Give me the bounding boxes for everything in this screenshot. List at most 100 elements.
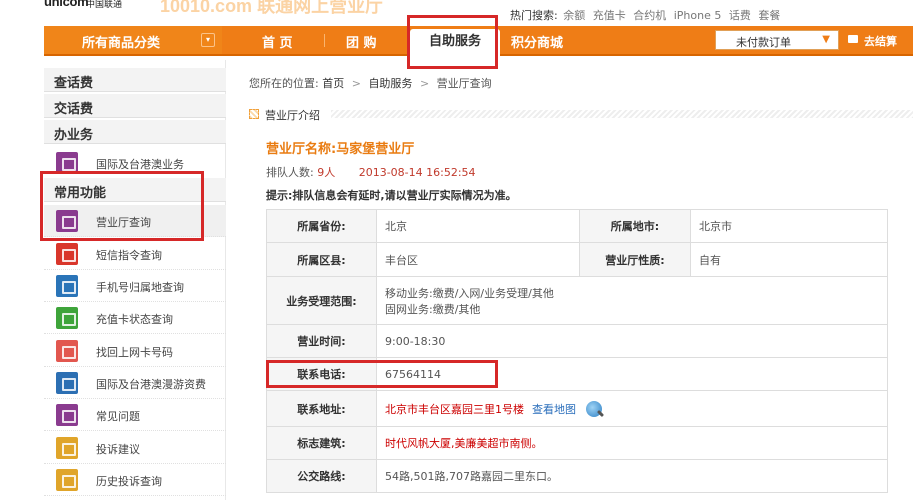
breadcrumb-separator: > [419,77,430,90]
hot-word-link[interactable]: 套餐 [758,9,780,22]
sidebar-item-label: 国际及台港澳业务 [96,158,184,171]
section-divider [331,110,913,118]
sidebar-item-complaint-history[interactable]: 历史投诉查询 [44,464,226,496]
province-label: 所属省份: [266,209,377,243]
annotation-box-self-service [407,15,498,69]
unpaid-orders-select[interactable]: 未付款订单 ▼ [715,30,839,50]
hall-nature-label: 营业厅性质: [579,242,691,277]
sidebar-item-faq[interactable]: 常见问题 [44,399,226,431]
table-row: 所属区县: 丰台区 营业厅性质: 自有 [266,242,888,277]
cart-icon [848,35,858,43]
annotation-box-hall-query [40,171,204,241]
sidebar-item-card-status[interactable]: 充值卡状态查询 [44,302,226,334]
sidebar-item-label: 国际及台港澳漫游资费 [96,378,206,391]
address-cell: 北京市丰台区嘉园三里1号楼 查看地图 [376,390,888,427]
sidebar-section-label: 办业务 [54,128,94,143]
hot-word-link[interactable]: iPhone 5 [674,9,722,22]
nav-home[interactable]: 首 页 [262,32,293,51]
sidebar-section-check-bill[interactable]: 查话费 [44,68,226,92]
sidebar-item-label: 充值卡状态查询 [96,313,173,326]
card-icon [56,307,78,329]
queue-timestamp: 2013-08-14 16:52:54 [358,166,476,179]
city-value: 北京市 [690,209,888,243]
address-label: 联系地址: [266,390,377,427]
hall-info-table: 所属省份: 北京 所属地市: 北京市 所属区县: 丰台区 营业厅性质: 自有 业… [266,209,888,493]
table-row: 业务受理范围: 移动业务:缴费/入网/业务受理/其他 固网业务:缴费/其他 [266,276,888,325]
view-map-link[interactable]: 查看地图 [532,403,576,416]
scope-fixed: 固网业务:缴费/其他 [385,302,481,316]
sidebar-item-label: 历史投诉查询 [96,475,162,488]
section-header: 营业厅介绍 [249,107,913,123]
sidebar-section-pay-bill[interactable]: 交话费 [44,94,226,118]
sidebar-item-label: 投诉建议 [96,443,140,456]
all-categories-label: 所有商品分类 [82,36,161,51]
sidebar-item-label: 短信指令查询 [96,249,162,262]
sidebar-section-business[interactable]: 办业务 [44,120,226,144]
sidebar-item-complaint[interactable]: 投诉建议 [44,432,226,464]
phone-search-icon [56,275,78,297]
nav-divider [324,34,325,47]
table-row: 联系地址: 北京市丰台区嘉园三里1号楼 查看地图 [266,390,888,427]
nav-points-mall[interactable]: 积分商城 [511,32,563,51]
breadcrumb-self-service[interactable]: 自助服务 [368,77,412,90]
checkout-button[interactable]: 去结算 [844,30,908,50]
sidebar-item-label: 常见问题 [96,410,140,423]
sidebar-item-roaming-fees[interactable]: 国际及台港澳漫游资费 [44,367,226,399]
table-row: 所属省份: 北京 所属地市: 北京市 [266,209,888,243]
sidebar-item-label: 找回上网卡号码 [96,346,173,359]
queue-tip: 提示:排队信息会有延时,请以营业厅实际情况为准。 [266,189,517,202]
hours-label: 营业时间: [266,324,377,358]
queue-count: 9人 [317,166,336,179]
breadcrumb: 您所在的位置: 首页 > 自助服务 > 营业厅查询 [249,75,492,91]
queue-info: 排队人数: 9人 2013-08-14 16:52:54 [266,164,476,180]
bus-value: 54路,501路,707路嘉园二里东口。 [376,459,888,493]
breadcrumb-separator: > [351,77,361,90]
table-row: 营业时间: 9:00-18:30 [266,324,888,358]
landmark-value: 时代风帆大厦,美廉美超市南侧。 [376,426,888,460]
nav-group-buy[interactable]: 团 购 [346,32,377,51]
hall-name: 营业厅名称:马家堡营业厅 [266,142,415,157]
city-label: 所属地市: [579,209,691,243]
breadcrumb-prefix: 您所在的位置: [249,77,319,90]
address-value: 北京市丰台区嘉园三里1号楼 [385,402,524,416]
globe-icon [56,372,78,394]
scope-value: 移动业务:缴费/入网/业务受理/其他 固网业务:缴费/其他 [376,276,888,325]
main-content: 您所在的位置: 首页 > 自助服务 > 营业厅查询 营业厅介绍 营业厅名称:马家… [244,60,913,500]
hot-search-label: 热门搜索: [510,9,558,22]
bus-label: 公交路线: [266,459,377,493]
question-icon [56,404,78,426]
sidebar-section-label: 交话费 [54,102,94,117]
breadcrumb-home[interactable]: 首页 [322,77,344,90]
checkout-label: 去结算 [864,35,897,48]
section-title: 营业厅介绍 [265,109,320,122]
logo-text-en: unicom [44,0,89,9]
message-icon [56,243,78,265]
hall-nature-value: 自有 [690,242,888,277]
unpaid-orders-label: 未付款订单 [736,36,791,49]
table-row: 标志建筑: 时代风帆大厦,美廉美超市南侧。 [266,426,888,460]
sidebar-item-number-location[interactable]: 手机号归属地查询 [44,270,226,302]
all-categories-menu[interactable]: 所有商品分类 ▾ [44,26,222,54]
sidebar-section-label: 查话费 [54,76,94,91]
scope-label: 业务受理范围: [266,276,377,325]
hot-word-link[interactable]: 合约机 [633,9,666,22]
district-value: 丰台区 [376,242,580,277]
sidebar-item-sms-query[interactable]: 短信指令查询 [44,238,226,270]
chevron-down-icon: ▾ [201,33,215,47]
map-search-icon[interactable] [586,400,602,417]
breadcrumb-current: 营业厅查询 [436,77,492,90]
table-row: 公交路线: 54路,501路,707路嘉园二里东口。 [266,459,888,493]
sidebar: 查话费 交话费 办业务 国际及台港澳业务 常用功能 营业厅查询 短信指令查询 手… [44,60,226,500]
logo-text-cn: 中国联通 [86,0,123,10]
hot-word-link[interactable]: 充值卡 [593,9,626,22]
annotation-box-phone [266,360,498,388]
complaint-icon [56,437,78,459]
hot-search: 热门搜索: 余额 充值卡 合约机 iPhone 5 话费 套餐 [510,7,784,23]
section-marker-icon [249,109,259,119]
dropdown-arrow-icon: ▼ [822,34,830,45]
hot-word-link[interactable]: 话费 [729,9,751,22]
sidebar-item-recover-netcard[interactable]: 找回上网卡号码 [44,335,226,367]
hot-word-link[interactable]: 余额 [563,9,585,22]
history-icon [56,469,78,491]
landmark-label: 标志建筑: [266,426,377,460]
